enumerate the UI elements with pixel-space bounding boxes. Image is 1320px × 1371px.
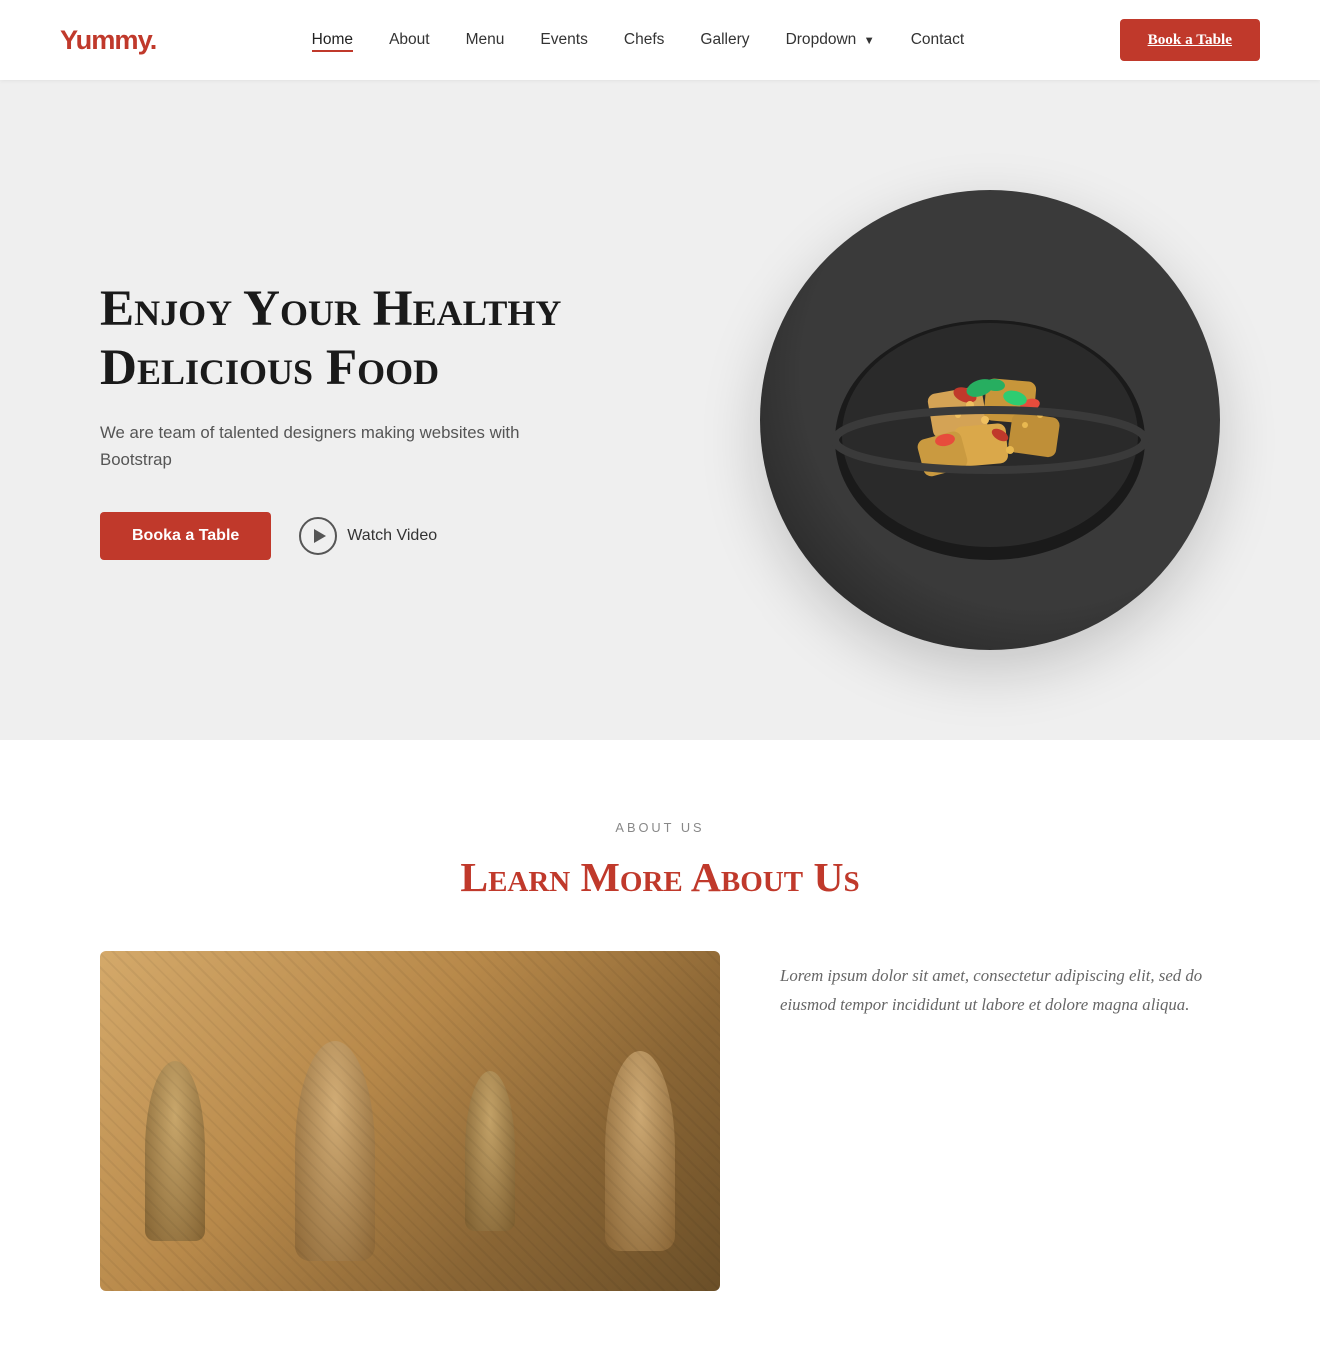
about-heading-plain: Learn More xyxy=(460,854,691,900)
book-table-button[interactable]: Booka a Table xyxy=(100,512,271,560)
brand-logo[interactable]: Yummy. xyxy=(60,24,156,56)
play-icon xyxy=(299,517,337,555)
nav-item-menu[interactable]: Menu xyxy=(466,31,505,49)
about-body-text: Lorem ipsum dolor sit amet, consectetur … xyxy=(780,961,1220,1020)
nav-link-gallery[interactable]: Gallery xyxy=(700,31,749,48)
about-text-content: Lorem ipsum dolor sit amet, consectetur … xyxy=(780,951,1220,1020)
about-heading: Learn More About Us xyxy=(100,853,1220,901)
about-label: ABOUT US xyxy=(100,820,1220,835)
hero-content: Enjoy Your Healthy Delicious Food We are… xyxy=(100,280,580,560)
nav-link-contact[interactable]: Contact xyxy=(911,31,964,48)
brand-dot: . xyxy=(150,24,157,55)
nav-link-chefs[interactable]: Chefs xyxy=(624,31,665,48)
texture-overlay xyxy=(100,951,720,1291)
hero-section: Enjoy Your Healthy Delicious Food We are… xyxy=(0,80,1320,740)
nav-link-events[interactable]: Events xyxy=(540,31,587,48)
nav-book-table-button[interactable]: Book a Table xyxy=(1120,19,1260,61)
navbar: Yummy. Home About Menu Events Chefs Gall… xyxy=(0,0,1320,80)
hero-actions: Booka a Table Watch Video xyxy=(100,512,580,560)
hero-subtitle: We are team of talented designers making… xyxy=(100,420,580,474)
watch-video-button[interactable]: Watch Video xyxy=(299,517,437,555)
nav-item-about[interactable]: About xyxy=(389,31,430,49)
about-restaurant-image xyxy=(100,951,720,1291)
chevron-down-icon: ▼ xyxy=(864,35,875,47)
nav-link-dropdown[interactable]: Dropdown ▼ xyxy=(786,31,875,48)
nav-link-about[interactable]: About xyxy=(389,31,430,48)
nav-item-events[interactable]: Events xyxy=(540,31,587,49)
nav-link-home[interactable]: Home xyxy=(312,31,353,52)
brand-name: Yummy xyxy=(60,24,150,55)
nav-item-gallery[interactable]: Gallery xyxy=(700,31,749,49)
nav-item-contact[interactable]: Contact xyxy=(911,31,964,49)
hero-food-image-wrap xyxy=(760,190,1220,650)
watch-video-label: Watch Video xyxy=(347,527,437,545)
hero-food-image xyxy=(760,190,1220,650)
nav-link-menu[interactable]: Menu xyxy=(466,31,505,48)
about-heading-accent: About Us xyxy=(691,854,860,900)
food-illustration xyxy=(810,240,1170,600)
about-section: ABOUT US Learn More About Us Lorem ipsum… xyxy=(0,740,1320,1371)
about-bottom: Lorem ipsum dolor sit amet, consectetur … xyxy=(100,951,1220,1291)
nav-item-chefs[interactable]: Chefs xyxy=(624,31,665,49)
nav-item-dropdown[interactable]: Dropdown ▼ xyxy=(786,31,875,49)
nav-item-home[interactable]: Home xyxy=(312,31,353,49)
nav-links: Home About Menu Events Chefs Gallery Dro… xyxy=(312,31,965,49)
hero-title: Enjoy Your Healthy Delicious Food xyxy=(100,280,580,398)
play-triangle-icon xyxy=(314,529,326,543)
